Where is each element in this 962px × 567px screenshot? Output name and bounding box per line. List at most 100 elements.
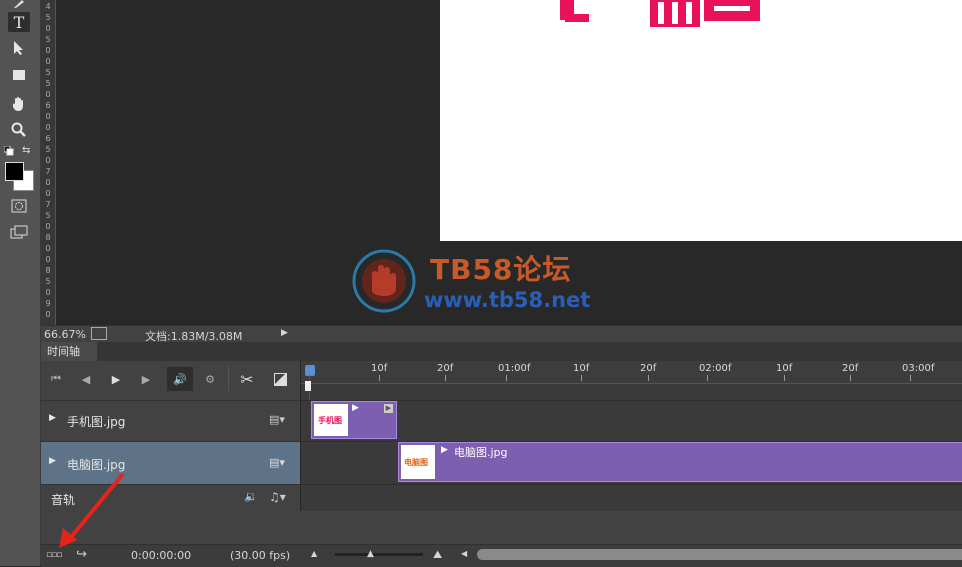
video-clip-computer[interactable]: 电脑图 ▶ 电脑图.jpg — [398, 442, 962, 482]
timeline-footer: ▫▫▫ ↪ 0:00:00:00 (30.00 fps) ▲ ▲ ⛰ ◀ — [41, 544, 962, 567]
time-ruler-label: 10f — [371, 363, 388, 374]
current-timecode: 0:00:00:00 — [131, 549, 192, 562]
ruler-digit: 9 — [45, 299, 51, 308]
ruler-digit: 0 — [45, 244, 51, 253]
quick-mask-icon[interactable] — [8, 196, 30, 216]
swap-colors-icon[interactable]: ⇆ — [22, 145, 30, 156]
clip-label: 电脑图.jpg — [454, 446, 508, 459]
time-ruler[interactable]: 10f 20f 01:00f 10f 20f 02:00f 10f 20f 03:00f — [301, 361, 962, 384]
ruler-digit: 7 — [45, 200, 51, 209]
tools-panel: T ⇆ — [0, 0, 41, 566]
ruler-digit: 7 — [45, 167, 51, 176]
watermark-title: TB58论坛 — [430, 253, 572, 286]
time-ruler-label: 01:00f — [498, 363, 531, 374]
ruler-digit: 6 — [45, 134, 51, 143]
screen-mode-icon[interactable] — [8, 222, 30, 242]
timeline-tracks-area: 10f 20f 01:00f 10f 20f 02:00f 10f 20f 03:00f 手机图… — [301, 361, 962, 512]
time-ruler-label: 20f — [842, 363, 859, 374]
playhead-handle[interactable] — [305, 365, 315, 376]
ruler-digit: 0 — [45, 255, 51, 264]
scroll-left-icon[interactable]: ◀ — [461, 549, 467, 558]
ruler-digit: 0 — [45, 156, 51, 165]
path-select-tool[interactable] — [8, 38, 30, 58]
expand-track-icon[interactable]: ▶ — [49, 456, 56, 466]
clip-expand-icon[interactable]: ▶ — [441, 445, 448, 455]
clip-expand-icon[interactable]: ▶ — [352, 403, 359, 413]
foreground-color-swatch[interactable] — [5, 162, 24, 181]
time-ruler-label: 20f — [640, 363, 657, 374]
frame-rate: (30.00 fps) — [230, 549, 291, 562]
zoom-tool[interactable] — [8, 120, 30, 140]
clip-transition-icon[interactable]: ▶ — [384, 404, 393, 413]
time-ruler-tick — [445, 375, 446, 381]
audio-toggle-icon[interactable]: 🔊 — [167, 367, 193, 391]
time-ruler-label: 10f — [573, 363, 590, 374]
zoom-slider-thumb[interactable]: ▲ — [367, 549, 374, 559]
film-strip-icon[interactable]: ▤▾ — [269, 456, 285, 469]
document-canvas[interactable] — [440, 0, 962, 241]
annotation-arrow — [59, 472, 125, 548]
watermark-url: www.tb58.net — [424, 288, 591, 312]
ruler-digit: 8 — [45, 266, 51, 275]
ruler-digit: 8 — [45, 233, 51, 242]
horizontal-scrollbar[interactable] — [477, 549, 962, 560]
time-ruler-tick — [784, 375, 785, 381]
transition-icon[interactable] — [269, 369, 291, 389]
zoom-level[interactable]: 66.67% — [44, 328, 86, 341]
ruler-digit: 5 — [45, 277, 51, 286]
play-icon[interactable]: ▶ — [105, 369, 127, 389]
time-ruler-label: 20f — [437, 363, 454, 374]
ruler-digit: 5 — [45, 13, 51, 22]
track-row[interactable]: ▶ 手机图.jpg ▤▾ — [41, 400, 300, 441]
audio-mute-icon[interactable]: 🔉 — [244, 490, 258, 503]
time-ruler-label: 10f — [776, 363, 793, 374]
ruler-digit: 0 — [45, 24, 51, 33]
ruler-digit: 5 — [45, 79, 51, 88]
ruler-digit: 0 — [45, 112, 51, 121]
next-frame-icon[interactable]: ▶ — [135, 369, 157, 389]
time-ruler-tick — [648, 375, 649, 381]
ruler-digit: 5 — [45, 35, 51, 44]
ruler-digit: 5 — [45, 68, 51, 77]
time-ruler-tick — [707, 375, 708, 381]
frame-animation-toggle-icon[interactable]: ▫▫▫ — [46, 550, 62, 560]
expand-track-icon[interactable]: ▶ — [49, 413, 56, 423]
ruler-digit: 0 — [45, 189, 51, 198]
ruler-digit: 0 — [45, 310, 51, 319]
status-menu-arrow-icon[interactable]: ▶ — [281, 328, 288, 338]
rectangle-tool[interactable] — [8, 65, 30, 85]
ruler-digit: 0 — [45, 222, 51, 231]
zoom-out-icon[interactable]: ▲ — [311, 549, 317, 558]
split-at-playhead-icon[interactable]: ✂ — [236, 369, 258, 389]
go-to-first-frame-icon[interactable]: ⏮ — [45, 369, 67, 389]
time-ruler-tick — [379, 375, 380, 381]
time-ruler-tick — [581, 375, 582, 381]
time-ruler-label: 02:00f — [699, 363, 732, 374]
zoom-slider[interactable] — [335, 553, 423, 556]
time-ruler-tick — [910, 375, 911, 381]
previous-frame-icon[interactable]: ◀ — [75, 369, 97, 389]
ruler-digit: 6 — [45, 101, 51, 110]
music-note-icon[interactable]: ♫▾ — [269, 490, 286, 504]
time-ruler-tick — [506, 375, 507, 381]
hand-tool[interactable] — [8, 94, 30, 114]
playback-settings-icon[interactable]: ⚙ — [199, 369, 221, 389]
ruler-digit: 0 — [45, 90, 51, 99]
track-lane — [301, 400, 962, 441]
default-colors-icon[interactable] — [3, 145, 14, 156]
film-strip-icon[interactable]: ▤▾ — [269, 413, 285, 426]
time-ruler-tick — [850, 375, 851, 381]
video-clip-phone[interactable]: 手机图 ▶ ▶ — [311, 401, 397, 439]
export-icon[interactable] — [91, 327, 107, 340]
audio-lane — [301, 484, 962, 512]
ruler-digit: 5 — [45, 145, 51, 154]
status-bar: 66.67% 文档:1.83M/3.08M ▶ — [41, 325, 962, 343]
ruler-digit: 0 — [45, 288, 51, 297]
zoom-in-icon[interactable]: ⛰ — [433, 548, 442, 562]
type-tool[interactable]: T — [8, 12, 30, 32]
tab-timeline[interactable]: 时间轴 — [41, 342, 97, 361]
timeline-tab-bar: 时间轴 — [41, 342, 962, 361]
ruler-digit: 0 — [45, 46, 51, 55]
work-area-start-handle[interactable] — [305, 381, 311, 391]
ruler-digit: 4 — [45, 2, 51, 11]
